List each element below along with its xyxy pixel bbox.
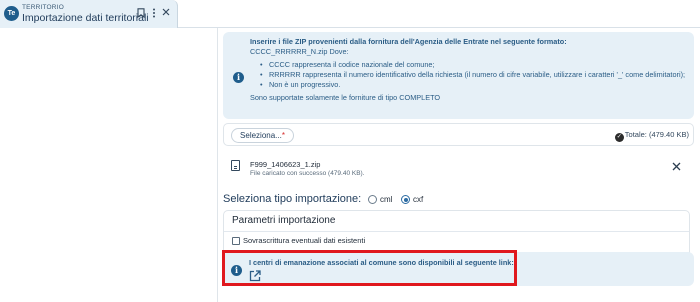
info-icon: i	[233, 72, 244, 83]
highlight-box	[222, 250, 517, 286]
info-footer: Sono supportate solamente le forniture d…	[250, 93, 441, 102]
info-format: CCCC_RRRRRR_N.zip Dove:	[250, 47, 349, 56]
params-title: Parametri importazione	[232, 215, 336, 226]
info-heading: Inserire i file ZIP provenienti dalla fo…	[250, 37, 567, 46]
list-item: RRRRRR rappresenta il numero identificat…	[260, 70, 690, 80]
vertical-dots-icon[interactable]	[149, 8, 159, 19]
file-name: F999_1406623_1.zip	[250, 160, 321, 169]
file-icon	[231, 160, 240, 171]
close-icon[interactable]	[161, 8, 171, 19]
radio-cxf-label[interactable]: cxf	[413, 195, 423, 204]
info-list: CCCC rappresenta il codice nazionale del…	[260, 60, 690, 90]
select-file-label: Seleziona...	[240, 131, 282, 140]
import-type-group: Seleziona tipo importazione: cml cxf	[223, 192, 694, 208]
overwrite-label[interactable]: Sovrascrittura eventuali dati esistenti	[243, 236, 365, 245]
import-type-label: Seleziona tipo importazione:	[223, 193, 362, 205]
upload-card: Seleziona...* ✓ Totale: (479.40 KB)	[223, 123, 694, 146]
file-row: F999_1406623_1.zip File caricato con suc…	[223, 156, 694, 180]
divider	[224, 231, 689, 232]
bookmark-icon[interactable]	[136, 8, 146, 19]
info-text: Inserire i file ZIP provenienti dalla fo…	[250, 37, 690, 103]
tab-importazione[interactable]: Te TERRITORIO Importazione dati territor…	[0, 0, 178, 28]
radio-cml[interactable]	[368, 195, 377, 204]
tab-context-label: TERRITORIO	[22, 4, 64, 11]
info-box: i Inserire i file ZIP provenienti dalla …	[223, 32, 694, 119]
total-label: Totale: (479.40 KB)	[624, 130, 689, 139]
select-file-button[interactable]: Seleziona...*	[231, 128, 294, 143]
radio-cxf[interactable]	[401, 195, 410, 204]
check-icon: ✓	[614, 133, 624, 142]
upload-total: ✓ Totale: (479.40 KB)	[614, 130, 689, 142]
tab-bar: Te TERRITORIO Importazione dati territor…	[0, 0, 700, 28]
app-logo: Te	[4, 6, 19, 21]
radio-cml-label[interactable]: cml	[380, 195, 392, 204]
list-item: Non è un progressivo.	[260, 80, 690, 90]
remove-file-icon[interactable]	[672, 162, 681, 174]
file-status: File caricato con successo (479.40 KB).	[250, 170, 365, 177]
overwrite-checkbox[interactable]	[232, 237, 240, 245]
tab-title: Importazione dati territoriali	[22, 12, 149, 24]
required-mark: *	[281, 131, 285, 140]
list-item: CCCC rappresenta il codice nazionale del…	[260, 60, 690, 70]
